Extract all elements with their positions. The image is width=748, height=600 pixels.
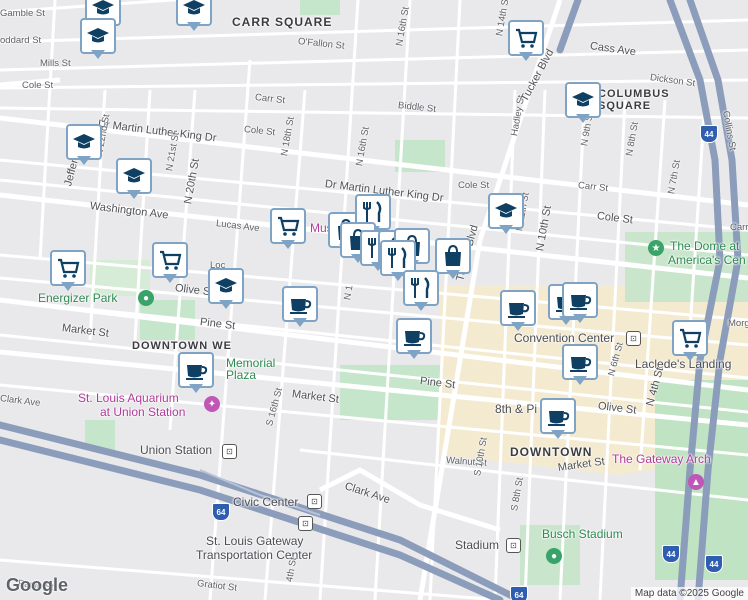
poi-label[interactable]: The Gateway Arch	[612, 453, 711, 465]
poi-label[interactable]: Busch Stadium	[542, 528, 623, 540]
school-icon	[123, 168, 145, 183]
map-marker[interactable]	[66, 124, 102, 168]
map-attribution: Map data ©2025 Google	[630, 587, 748, 600]
coffee-icon	[570, 357, 592, 372]
coffee-icon	[290, 299, 312, 314]
school-icon	[87, 28, 109, 43]
school-icon	[183, 0, 205, 15]
transit-station-icon[interactable]: ⊡	[222, 444, 237, 459]
poi-label[interactable]: St. Louis Aquarium	[78, 392, 179, 404]
street-label: Carr	[730, 222, 748, 233]
transit-station-icon[interactable]: ⊡	[506, 538, 521, 553]
map-marker[interactable]	[270, 208, 306, 252]
restaurant-icon	[388, 247, 407, 268]
street-label: Gamble St	[0, 8, 45, 19]
grocery-icon	[516, 28, 538, 48]
coffee-icon	[404, 331, 426, 346]
map-marker[interactable]	[396, 318, 432, 362]
transit-station-icon[interactable]: ⊡	[626, 331, 641, 346]
google-logo: Google	[6, 575, 68, 595]
poi-label[interactable]: Civic Center	[233, 496, 298, 508]
interstate-shield-icon: 64	[510, 586, 528, 600]
poi-label[interactable]: Memorial Plaza	[226, 357, 296, 381]
neighborhood-label: DOWNTOWN WE	[132, 340, 233, 352]
poi-label[interactable]: The Dome at	[670, 240, 739, 252]
coffee-icon	[548, 411, 570, 426]
arch-pin-icon[interactable]: ▲	[688, 474, 704, 490]
poi-label[interactable]: America's Cen	[668, 254, 746, 266]
map-canvas[interactable]: Gamble St oddard St Mills St Cole St CAR…	[0, 0, 748, 600]
map-marker[interactable]	[435, 238, 471, 282]
stadium-pin-icon[interactable]: ●	[546, 548, 562, 564]
map-marker[interactable]	[540, 398, 576, 442]
grocery-icon	[58, 258, 80, 278]
map-marker[interactable]	[403, 270, 439, 314]
grocery-icon	[680, 328, 702, 348]
map-marker[interactable]	[562, 344, 598, 388]
poi-label[interactable]: Stadium	[455, 539, 499, 551]
neighborhood-label: COLUMBUS SQUARE	[598, 88, 670, 112]
aquarium-pin-icon[interactable]: ✦	[204, 396, 220, 412]
street-label: Mills St	[40, 58, 71, 69]
restaurant-icon	[411, 277, 430, 298]
interstate-shield-icon: 64	[212, 503, 230, 521]
poi-label[interactable]: 8th & Pi	[495, 403, 537, 415]
grocery-icon	[160, 250, 182, 270]
map-marker[interactable]	[672, 320, 708, 364]
map-marker[interactable]	[508, 20, 544, 64]
street-label: Cole St	[22, 80, 54, 91]
park-pin-icon[interactable]: ●	[138, 290, 154, 306]
map-marker[interactable]	[152, 242, 188, 286]
map-marker[interactable]	[116, 158, 152, 202]
school-icon	[73, 134, 95, 149]
park-area	[300, 0, 340, 15]
school-icon	[572, 92, 594, 107]
neighborhood-label: DOWNTOWN	[510, 445, 593, 459]
map-marker[interactable]	[500, 290, 536, 334]
street-label: Morg	[728, 318, 748, 329]
grocery-icon	[278, 216, 300, 236]
map-marker[interactable]	[488, 193, 524, 237]
map-marker[interactable]	[282, 286, 318, 330]
interstate-shield-icon: 44	[705, 555, 723, 573]
map-marker[interactable]	[176, 0, 212, 34]
shopping-bag-icon	[445, 244, 461, 266]
transit-station-icon[interactable]: ⊡	[307, 494, 322, 509]
street-label: N 1	[342, 284, 356, 301]
transit-station-icon[interactable]: ⊡	[298, 516, 313, 531]
interstate-shield-icon: 44	[700, 125, 718, 143]
coffee-icon	[186, 365, 208, 380]
coffee-icon	[508, 303, 530, 318]
neighborhood-label: CARR SQUARE	[232, 15, 333, 29]
map-marker[interactable]	[80, 18, 116, 62]
map-marker[interactable]	[50, 250, 86, 294]
street-label: Cole St	[458, 180, 490, 191]
map-marker[interactable]	[208, 268, 244, 312]
dome-pin-icon[interactable]: ★	[648, 240, 664, 256]
school-icon	[495, 203, 517, 218]
coffee-icon	[570, 295, 592, 310]
poi-label[interactable]: St. Louis Gateway	[206, 535, 303, 547]
school-icon	[215, 278, 237, 293]
map-marker[interactable]	[178, 352, 214, 396]
poi-label[interactable]: Union Station	[140, 444, 212, 456]
street-label: oddard St	[0, 35, 42, 46]
poi-label[interactable]: at Union Station	[100, 406, 185, 418]
interstate-shield-icon: 44	[662, 545, 680, 563]
map-marker[interactable]	[565, 82, 601, 126]
map-marker[interactable]	[562, 282, 598, 326]
